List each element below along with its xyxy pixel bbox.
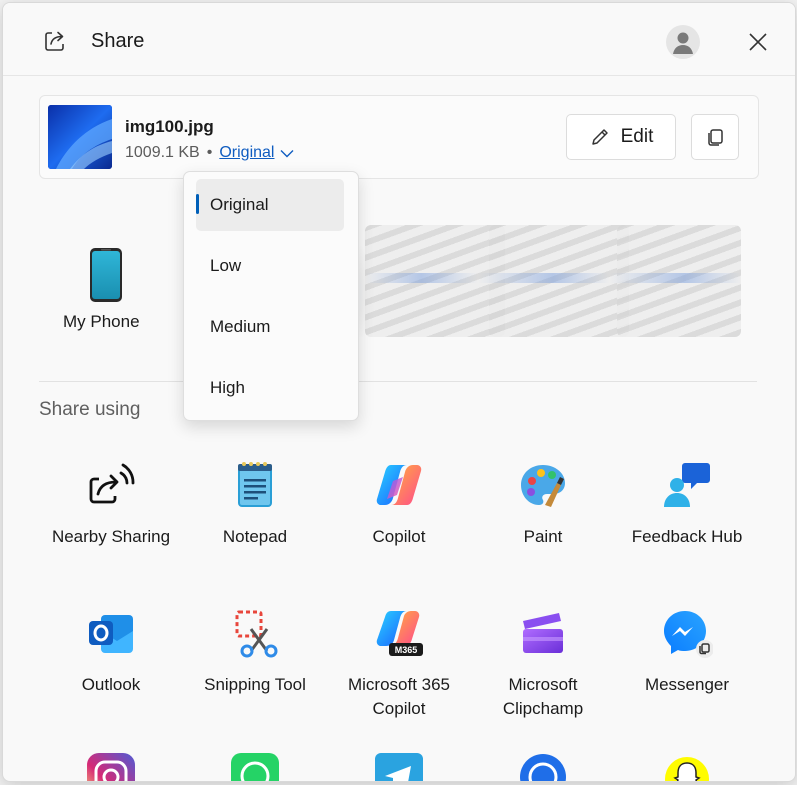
app-clipchamp[interactable]: Microsoft Clipchamp (468, 607, 618, 721)
notepad-icon (238, 462, 272, 507)
quality-menu: Original Low Medium High (183, 171, 359, 421)
close-button[interactable] (741, 25, 775, 59)
option-label: Low (210, 256, 242, 275)
app-nearby-sharing[interactable]: Nearby Sharing (36, 459, 186, 549)
share-dialog: Share img100.jpg 1009.1 KB • Original Ed… (2, 2, 796, 782)
account-avatar[interactable] (666, 25, 700, 59)
quality-option-medium[interactable]: Medium (196, 301, 344, 353)
quality-option-original[interactable]: Original (196, 179, 344, 231)
app-telegram[interactable] (324, 751, 474, 781)
quality-option-high[interactable]: High (196, 362, 344, 414)
edit-button[interactable]: Edit (566, 114, 676, 160)
app-snipping-tool[interactable]: Snipping Tool (180, 607, 330, 697)
dialog-title: Share (91, 30, 145, 52)
phone-icon (90, 248, 122, 302)
app-notepad[interactable]: Notepad (180, 459, 330, 549)
app-outlook[interactable]: Outlook (36, 607, 186, 697)
app-whatsapp[interactable] (180, 751, 330, 781)
device-label: My Phone (63, 312, 140, 331)
option-label: Original (210, 195, 269, 214)
copy-button[interactable] (691, 114, 739, 160)
option-label: Medium (210, 317, 271, 336)
app-label: Microsoft 365 Copilot (347, 675, 451, 718)
app-label: Paint (523, 527, 563, 546)
app-label: Feedback Hub (631, 527, 743, 546)
file-thumbnail (48, 105, 112, 169)
sync-app-icon (520, 754, 566, 781)
copy-icon (708, 129, 723, 146)
file-meta: 1009.1 KB • Original (125, 144, 294, 162)
app-label: Microsoft Clipchamp (502, 675, 584, 718)
app-label: Snipping Tool (204, 675, 306, 694)
app-label: Messenger (644, 675, 730, 694)
copilot-icon (376, 465, 422, 505)
paint-icon (521, 465, 565, 507)
feedback-hub-icon (664, 463, 710, 507)
app-sync[interactable] (468, 751, 618, 781)
meta-separator: • (206, 144, 213, 161)
outlook-icon (89, 615, 133, 653)
person-icon (673, 32, 693, 54)
telegram-icon (375, 753, 423, 781)
file-name: img100.jpg (125, 117, 214, 136)
file-size: 1009.1 KB (125, 144, 200, 161)
file-card: img100.jpg 1009.1 KB • Original Edit (39, 95, 759, 179)
snapchat-icon (665, 757, 709, 781)
nearby-sharing-icon (89, 463, 135, 504)
edit-label: Edit (620, 126, 654, 147)
app-m365-copilot[interactable]: M365 Microsoft 365 Copilot (324, 607, 474, 721)
m365-copilot-icon: M365 (376, 611, 423, 656)
app-label: Outlook (81, 675, 141, 694)
instagram-icon (87, 753, 135, 781)
m365-badge: M365 (395, 645, 418, 655)
app-paint[interactable]: Paint (468, 459, 618, 549)
app-label: Nearby Sharing (51, 527, 171, 546)
app-instagram[interactable] (36, 751, 186, 781)
messenger-icon (664, 611, 713, 658)
app-feedback-hub[interactable]: Feedback Hub (612, 459, 762, 549)
app-label: Notepad (222, 527, 288, 546)
selected-indicator (196, 194, 199, 214)
chevron-down-icon (280, 149, 294, 157)
pencil-icon (591, 129, 608, 145)
close-icon (749, 33, 767, 51)
app-copilot[interactable]: Copilot (324, 459, 474, 549)
share-using-heading: Share using (39, 399, 141, 420)
whatsapp-icon (231, 753, 279, 781)
quality-dropdown[interactable]: Original (219, 144, 294, 162)
share-icon (45, 31, 64, 51)
section-divider (39, 381, 757, 382)
option-label: High (210, 378, 245, 397)
snipping-tool-icon (235, 610, 278, 658)
blur-stripe (365, 273, 741, 283)
app-snapchat[interactable] (612, 751, 762, 781)
device-my-phone[interactable] (89, 247, 123, 308)
app-label: Copilot (372, 527, 426, 546)
quality-option-low[interactable]: Low (196, 240, 344, 292)
clipchamp-icon (523, 613, 563, 653)
quality-value: Original (219, 144, 275, 161)
title-bar: Share (3, 3, 795, 76)
app-messenger[interactable]: Messenger (612, 607, 762, 697)
